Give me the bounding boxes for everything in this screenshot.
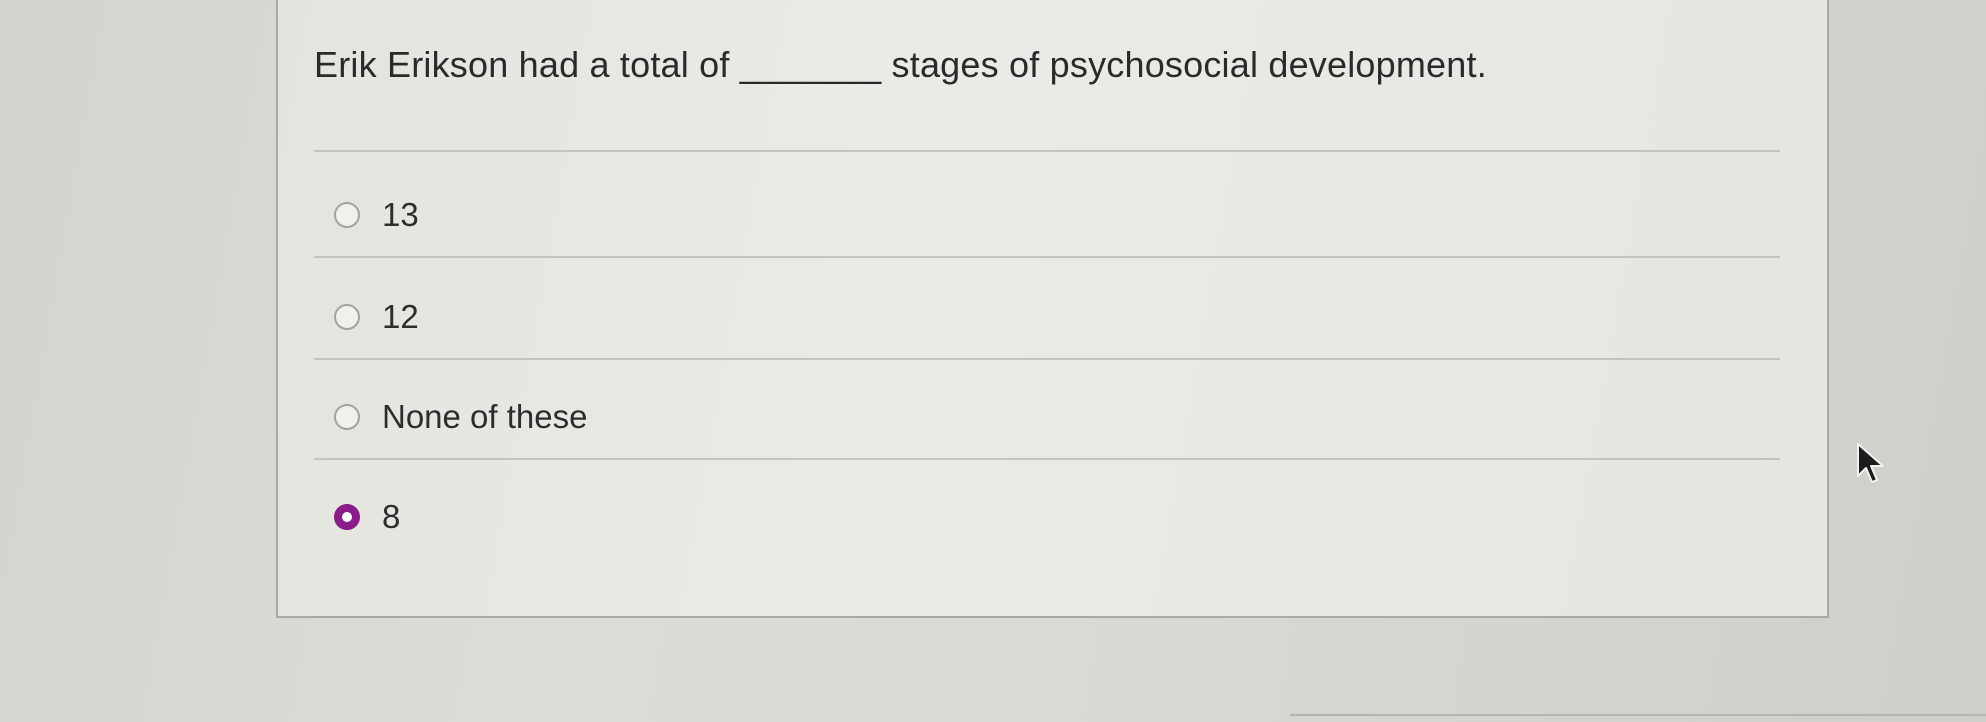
option-none-of-these[interactable]: None of these (334, 397, 587, 437)
separator (314, 150, 1780, 152)
divider (1290, 714, 1986, 716)
option-label: 13 (382, 196, 419, 233)
option-label: None of these (382, 398, 588, 435)
mouse-pointer-icon (1856, 442, 1886, 489)
option-12[interactable]: 12 (334, 297, 419, 337)
separator (314, 458, 1780, 460)
question-card: Erik Erikson had a total of _______ stag… (276, 0, 1829, 618)
radio-button[interactable] (334, 202, 360, 228)
radio-button[interactable] (334, 304, 360, 330)
option-13[interactable]: 13 (334, 195, 419, 235)
option-label: 12 (382, 298, 419, 335)
separator (314, 256, 1780, 258)
separator (314, 358, 1780, 360)
radio-button-selected[interactable] (334, 504, 360, 530)
radio-button[interactable] (334, 404, 360, 430)
option-label: 8 (382, 498, 401, 535)
option-8[interactable]: 8 (334, 497, 400, 537)
question-text: Erik Erikson had a total of _______ stag… (314, 44, 1487, 85)
